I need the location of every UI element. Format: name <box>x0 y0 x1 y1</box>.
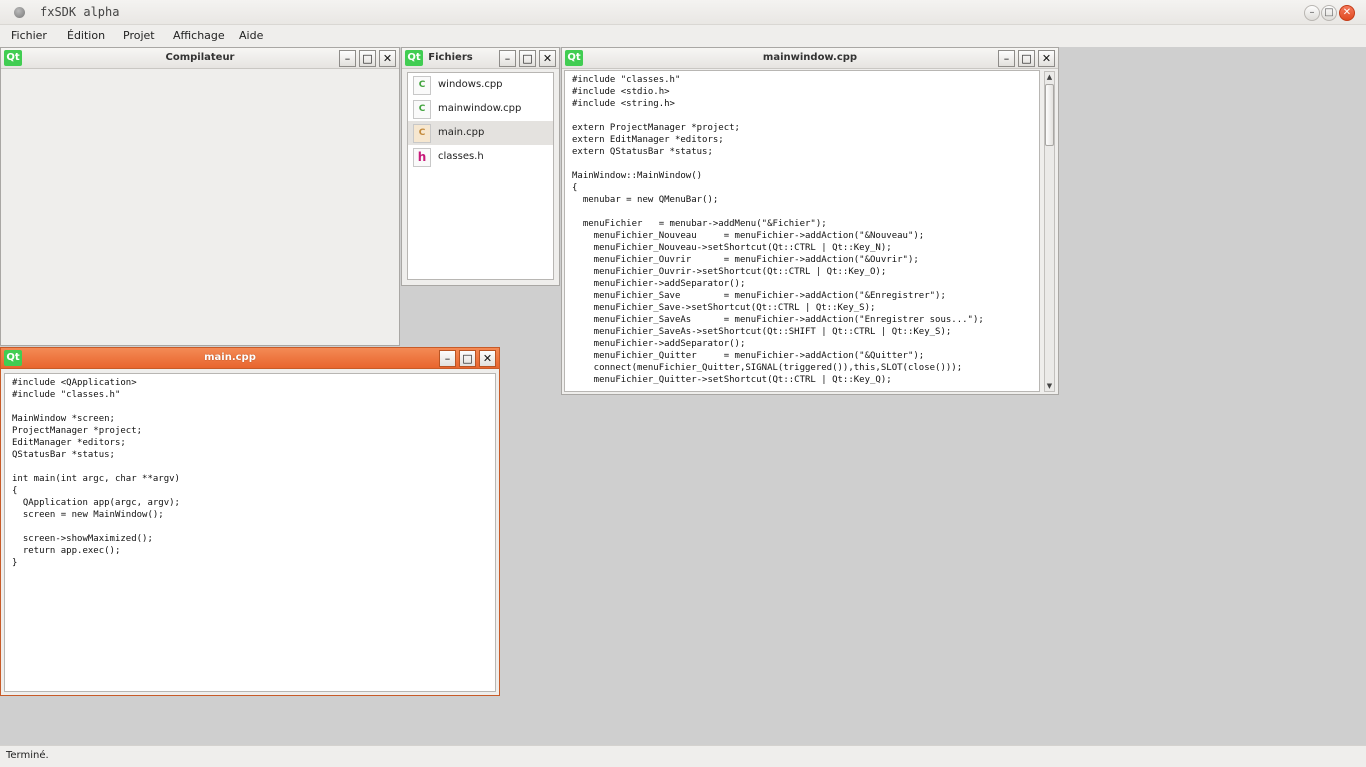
scroll-down-icon[interactable]: ▼ <box>1045 381 1054 391</box>
code-text: #include <QApplication> #include "classe… <box>12 378 180 568</box>
file-name: main.cpp <box>438 127 485 138</box>
window-maximize-button[interactable]: □ <box>1321 5 1337 21</box>
window-minimize-button[interactable]: – <box>1304 5 1320 21</box>
minimize-button[interactable]: – <box>499 50 516 67</box>
app-icon <box>14 7 25 18</box>
cpp-file-icon: C <box>413 124 431 143</box>
mainwindow-cpp-body: #include "classes.h" #include <stdio.h> … <box>562 69 1058 394</box>
scroll-thumb[interactable] <box>1045 84 1054 146</box>
file-item-main-cpp[interactable]: C main.cpp <box>408 121 553 145</box>
scroll-up-icon[interactable]: ▲ <box>1045 72 1054 82</box>
files-window-title-bar[interactable]: Qt Fichiers – □ ✕ <box>402 48 559 69</box>
app-title: fxSDK alpha <box>40 5 120 19</box>
mainwindow-cpp-window[interactable]: Qt mainwindow.cpp – □ ✕ #include "classe… <box>561 47 1059 395</box>
file-item-classes-h[interactable]: h classes.h <box>408 145 553 169</box>
cpp-file-icon: C <box>413 76 431 95</box>
header-file-icon: h <box>413 148 431 167</box>
main-cpp-body: #include <QApplication> #include "classe… <box>1 369 499 695</box>
close-button[interactable]: ✕ <box>539 50 556 67</box>
close-button[interactable]: ✕ <box>479 350 496 367</box>
file-item-mainwindow-cpp[interactable]: C mainwindow.cpp <box>408 97 553 121</box>
close-button[interactable]: ✕ <box>379 50 396 67</box>
minimize-button[interactable]: – <box>439 350 456 367</box>
files-window-body: C windows.cpp C mainwindow.cpp C main.cp… <box>402 69 559 285</box>
main-cpp-window[interactable]: Qt main.cpp – □ ✕ #include <QApplication… <box>0 347 500 696</box>
menu-bar: Fichier Édition Projet Affichage Aide <box>0 25 1366 47</box>
code-text: #include "classes.h" #include <stdio.h> … <box>572 75 984 385</box>
maximize-button[interactable]: □ <box>1018 50 1035 67</box>
app-title-bar: fxSDK alpha – □ ✕ <box>0 0 1366 25</box>
file-list: C windows.cpp C mainwindow.cpp C main.cp… <box>407 72 554 280</box>
files-window[interactable]: Qt Fichiers – □ ✕ C windows.cpp C mainwi… <box>401 47 560 286</box>
files-window-title: Fichiers <box>428 52 473 63</box>
close-button[interactable]: ✕ <box>1038 50 1055 67</box>
menu-edition[interactable]: Édition <box>67 29 105 42</box>
compiler-window[interactable]: Qt Compilateur – □ ✕ <box>0 47 400 346</box>
compiler-output-area[interactable] <box>1 69 399 345</box>
status-text: Terminé. <box>6 750 49 761</box>
menu-fichier[interactable]: Fichier <box>11 29 47 42</box>
main-cpp-title-bar[interactable]: Qt main.cpp – □ ✕ <box>1 348 499 369</box>
cpp-file-icon: C <box>413 100 431 119</box>
minimize-button[interactable]: – <box>998 50 1015 67</box>
file-item-windows-cpp[interactable]: C windows.cpp <box>408 73 553 97</box>
file-name: classes.h <box>438 151 484 162</box>
file-name: windows.cpp <box>438 79 503 90</box>
maximize-button[interactable]: □ <box>459 350 476 367</box>
mainwindow-cpp-title: mainwindow.cpp <box>762 52 858 63</box>
main-cpp-title: main.cpp <box>204 352 256 363</box>
minimize-button[interactable]: – <box>339 50 356 67</box>
menu-projet[interactable]: Projet <box>123 29 155 42</box>
file-name: mainwindow.cpp <box>438 103 522 114</box>
compiler-window-title-bar[interactable]: Qt Compilateur – □ ✕ <box>1 48 399 69</box>
vertical-scrollbar[interactable]: ▲ ▼ <box>1044 71 1055 392</box>
maximize-button[interactable]: □ <box>519 50 536 67</box>
menu-aide[interactable]: Aide <box>239 29 263 42</box>
window-close-button[interactable]: ✕ <box>1339 5 1355 21</box>
menu-affichage[interactable]: Affichage <box>173 29 225 42</box>
status-bar: Terminé. <box>0 745 1366 767</box>
code-editor[interactable]: #include "classes.h" #include <stdio.h> … <box>564 70 1040 392</box>
code-editor[interactable]: #include <QApplication> #include "classe… <box>4 373 496 692</box>
mainwindow-cpp-title-bar[interactable]: Qt mainwindow.cpp – □ ✕ <box>562 48 1058 69</box>
maximize-button[interactable]: □ <box>359 50 376 67</box>
